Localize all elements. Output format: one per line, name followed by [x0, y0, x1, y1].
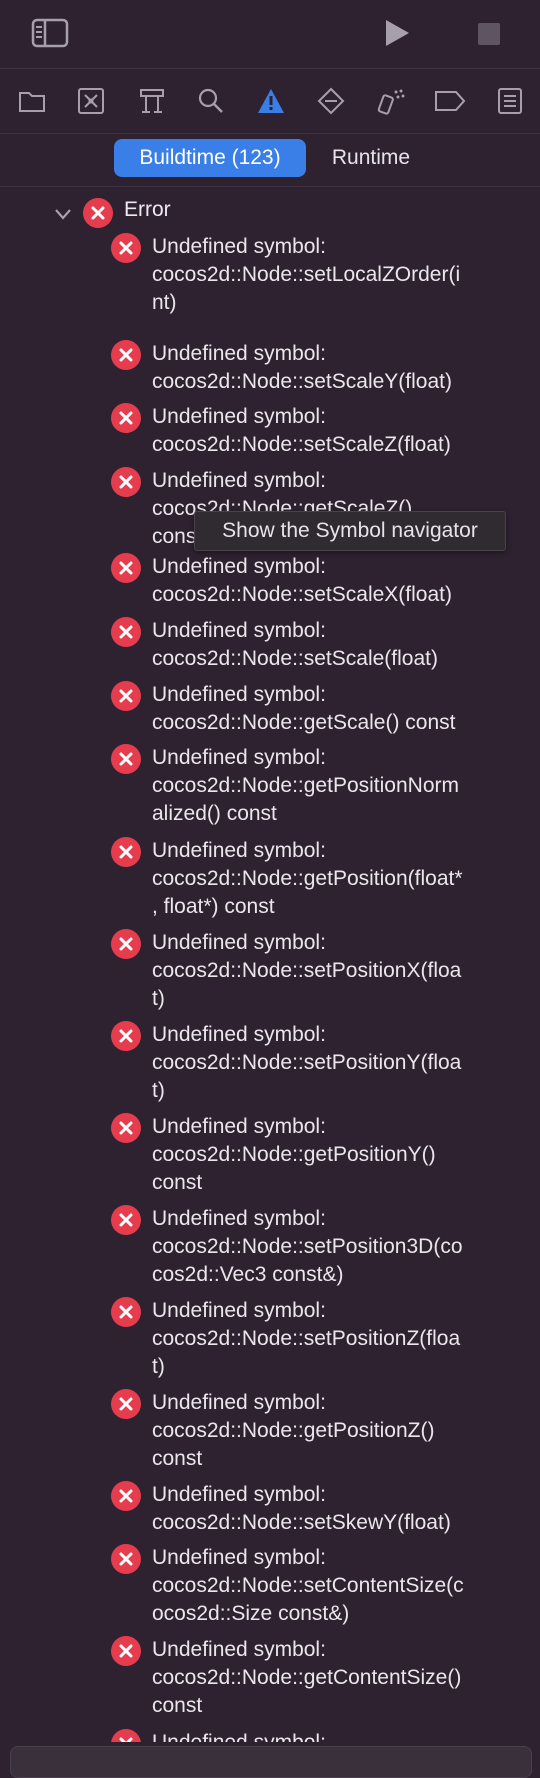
- issue-message: Undefined symbol: cocos2d::Node::setPosi…: [152, 1207, 463, 1286]
- error-icon: [111, 1729, 141, 1742]
- search-icon[interactable]: [195, 85, 227, 117]
- issue-message: Undefined symbol: cocos2d::Node::setPosi…: [152, 1023, 462, 1102]
- issue-row[interactable]: Undefined symbol: cocos2d::Node::setPosi…: [0, 1297, 540, 1378]
- test-icon[interactable]: [315, 85, 347, 117]
- error-icon: [111, 340, 141, 370]
- folder-icon[interactable]: [16, 85, 48, 117]
- stop-icon[interactable]: [475, 20, 503, 48]
- issue-message: Undefined symbol: cocos2d::Node::getPosi…: [152, 839, 463, 918]
- debug-icon[interactable]: [375, 85, 407, 117]
- sidebar-toggle-icon[interactable]: [30, 16, 70, 50]
- error-icon: [111, 1021, 141, 1051]
- error-icon: [111, 467, 141, 497]
- play-icon[interactable]: [381, 16, 413, 50]
- issue-message: Undefined symbol: cocos2d::Node::setLoca…: [152, 235, 461, 314]
- error-icon: [111, 233, 141, 263]
- issue-row[interactable]: Undefined symbol: cocos2d::Node::setPosi…: [0, 1021, 540, 1102]
- segment-runtime[interactable]: Runtime: [318, 139, 424, 177]
- error-icon: [83, 198, 113, 228]
- filter-bar: [0, 1742, 540, 1778]
- issue-row[interactable]: Undefined symbol: cocos2d::Node::setCont…: [0, 1544, 540, 1625]
- error-icon: [111, 1544, 141, 1574]
- error-icon: [111, 553, 141, 583]
- issue-row[interactable]: Undefined symbol: cocos2d::Node::setPosi…: [0, 1205, 540, 1286]
- issue-row[interactable]: Undefined symbol: cocos2d::Node::getPosi…: [0, 1389, 540, 1470]
- error-group-header[interactable]: Error: [0, 187, 540, 239]
- error-icon: [111, 1481, 141, 1511]
- issue-message: Undefined symbol: cocos2d::Node::setScal…: [152, 342, 452, 393]
- issue-message: Undefined symbol: cocos2d::Node::setCont…: [152, 1546, 464, 1625]
- error-icon: [111, 1297, 141, 1327]
- issue-message: Undefined symbol: cocos2d::Node::setPosi…: [152, 931, 462, 1010]
- error-icon: [111, 1113, 141, 1143]
- segment-buildtime[interactable]: Buildtime (123): [114, 139, 306, 177]
- issue-row[interactable]: Undefined symbol:: [0, 1729, 540, 1742]
- issue-message: Undefined symbol: cocos2d::Node::getScal…: [152, 683, 456, 734]
- issue-message: Undefined symbol: cocos2d::Node::setPosi…: [152, 1299, 461, 1378]
- error-icon: [111, 617, 141, 647]
- issue-row[interactable]: Undefined symbol: cocos2d::Node::setPosi…: [0, 929, 540, 1010]
- error-icon: [111, 1636, 141, 1666]
- error-icon: [111, 1389, 141, 1419]
- group-label: Error: [124, 198, 171, 221]
- navigator-selector-bar: [0, 68, 540, 134]
- issue-message: Undefined symbol: cocos2d::Node::getPosi…: [152, 1115, 436, 1194]
- error-icon: [111, 403, 141, 433]
- report-icon[interactable]: [494, 85, 526, 117]
- issue-message: Undefined symbol: cocos2d::Node::getPosi…: [152, 746, 459, 825]
- source-control-icon[interactable]: [75, 85, 107, 117]
- issue-row[interactable]: Undefined symbol: cocos2d::Node::getCont…: [0, 1636, 540, 1717]
- tooltip: Show the Symbol navigator: [194, 511, 506, 551]
- error-icon: [111, 837, 141, 867]
- issue-message: Undefined symbol:: [152, 1729, 517, 1742]
- issue-row[interactable]: Undefined symbol: cocos2d::Node::getPosi…: [0, 744, 540, 825]
- issue-message: Undefined symbol: cocos2d::Node::getPosi…: [152, 1391, 435, 1470]
- issue-row[interactable]: Undefined symbol: cocos2d::Node::getPosi…: [0, 837, 540, 918]
- chevron-down-icon[interactable]: [53, 204, 73, 224]
- error-icon: [111, 744, 141, 774]
- filter-field[interactable]: [10, 1746, 532, 1778]
- issue-message: Undefined symbol: cocos2d::Node::setScal…: [152, 405, 451, 456]
- symbol-icon[interactable]: [136, 85, 168, 117]
- issue-row[interactable]: Undefined symbol: cocos2d::Node::setLoca…: [0, 233, 540, 314]
- issue-message: Undefined symbol: cocos2d::Node::setScal…: [152, 619, 438, 670]
- issue-warning-icon[interactable]: [255, 85, 287, 117]
- error-icon: [111, 929, 141, 959]
- issue-scope-segmented-control: Buildtime (123) Runtime: [0, 133, 540, 187]
- issue-row[interactable]: Undefined symbol: cocos2d::Node::getPosi…: [0, 1113, 540, 1194]
- error-icon: [111, 681, 141, 711]
- window-toolbar: [0, 0, 540, 68]
- issue-message: Undefined symbol: cocos2d::Node::getCont…: [152, 1638, 462, 1717]
- issue-message: Undefined symbol: cocos2d::Node::setScal…: [152, 555, 452, 606]
- issue-list: Error Undefined symbol: cocos2d::Node::s…: [0, 187, 540, 1742]
- issue-message: Undefined symbol: cocos2d::Node::setSkew…: [152, 1483, 451, 1534]
- error-icon: [111, 1205, 141, 1235]
- breakpoint-icon[interactable]: [434, 85, 466, 117]
